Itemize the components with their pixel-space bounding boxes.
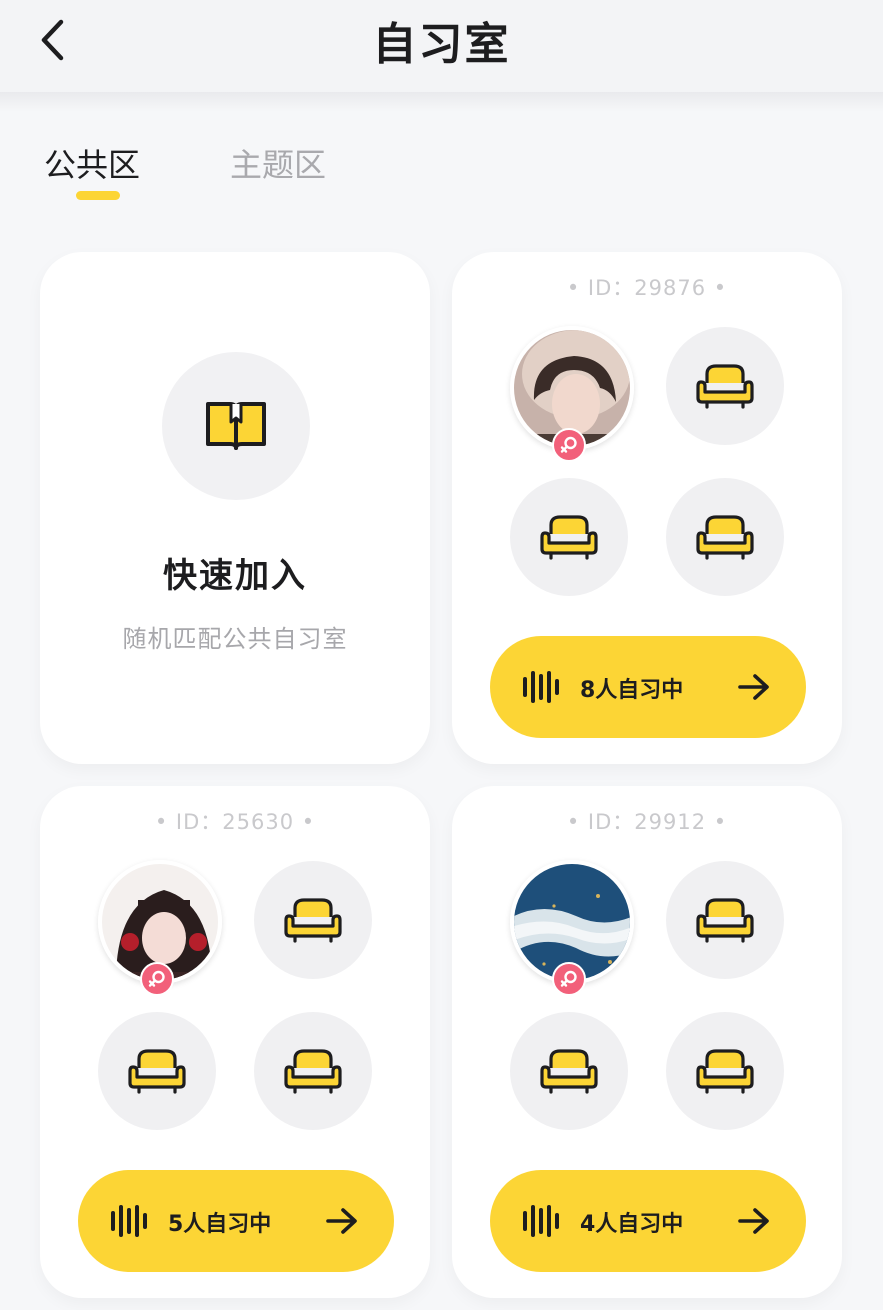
sofa-icon xyxy=(539,1047,599,1095)
sofa-icon xyxy=(539,513,599,561)
sound-bars-icon xyxy=(522,1205,562,1237)
quick-join-card[interactable]: 快速加入 随机匹配公共自习室 xyxy=(40,252,430,764)
page-title: 自习室 xyxy=(372,19,511,70)
open-book-icon xyxy=(206,402,266,450)
female-icon xyxy=(147,969,167,989)
empty-seat[interactable] xyxy=(666,1012,784,1130)
female-badge xyxy=(552,962,586,996)
empty-seat[interactable] xyxy=(510,1012,628,1130)
studying-count: 4人自习中 xyxy=(580,1212,684,1237)
room-id: • ID：29912 • xyxy=(566,810,728,834)
empty-seat[interactable] xyxy=(98,1012,216,1130)
sound-bars-icon xyxy=(522,671,562,703)
female-icon xyxy=(559,435,579,455)
quick-join-subtitle: 随机匹配公共自习室 xyxy=(122,625,348,653)
female-badge xyxy=(552,428,586,462)
quick-join-icon-circle xyxy=(162,352,310,500)
arrow-right-icon xyxy=(738,1208,770,1234)
female-icon xyxy=(559,969,579,989)
studying-count: 5人自习中 xyxy=(168,1212,272,1237)
arrow-right-icon xyxy=(326,1208,358,1234)
room-card[interactable]: • ID：29876 • 8人自习中 xyxy=(452,252,842,764)
sound-bars-icon xyxy=(110,1205,150,1237)
empty-seat[interactable] xyxy=(254,1012,372,1130)
female-badge xyxy=(140,962,174,996)
sofa-icon xyxy=(695,513,755,561)
studying-count: 8人自习中 xyxy=(580,678,684,703)
arrow-right-icon xyxy=(738,674,770,700)
sofa-icon xyxy=(695,1047,755,1095)
join-room-button[interactable]: 4人自习中 xyxy=(490,1170,806,1272)
sofa-icon xyxy=(283,1047,343,1095)
join-room-button[interactable]: 5人自习中 xyxy=(78,1170,394,1272)
tab-topic-area[interactable]: 主题区 xyxy=(230,140,326,186)
room-card[interactable]: • ID：25630 • 5人自习中 xyxy=(40,786,430,1298)
empty-seat[interactable] xyxy=(666,861,784,979)
empty-seat[interactable] xyxy=(666,327,784,445)
empty-seat[interactable] xyxy=(666,478,784,596)
sofa-icon xyxy=(695,362,755,410)
quick-join-title: 快速加入 xyxy=(163,556,307,596)
empty-seat[interactable] xyxy=(510,478,628,596)
room-card[interactable]: • ID：29912 • 4人自习中 xyxy=(452,786,842,1298)
sofa-icon xyxy=(283,896,343,944)
room-id: • ID：25630 • xyxy=(154,810,316,834)
empty-seat[interactable] xyxy=(254,861,372,979)
navigation-bar-shadow xyxy=(0,92,883,112)
sofa-icon xyxy=(127,1047,187,1095)
tab-public-area[interactable]: 公共区 xyxy=(44,140,140,186)
room-id: • ID：29876 • xyxy=(566,276,728,300)
join-room-button[interactable]: 8人自习中 xyxy=(490,636,806,738)
active-tab-indicator xyxy=(76,191,120,200)
sofa-icon xyxy=(695,896,755,944)
